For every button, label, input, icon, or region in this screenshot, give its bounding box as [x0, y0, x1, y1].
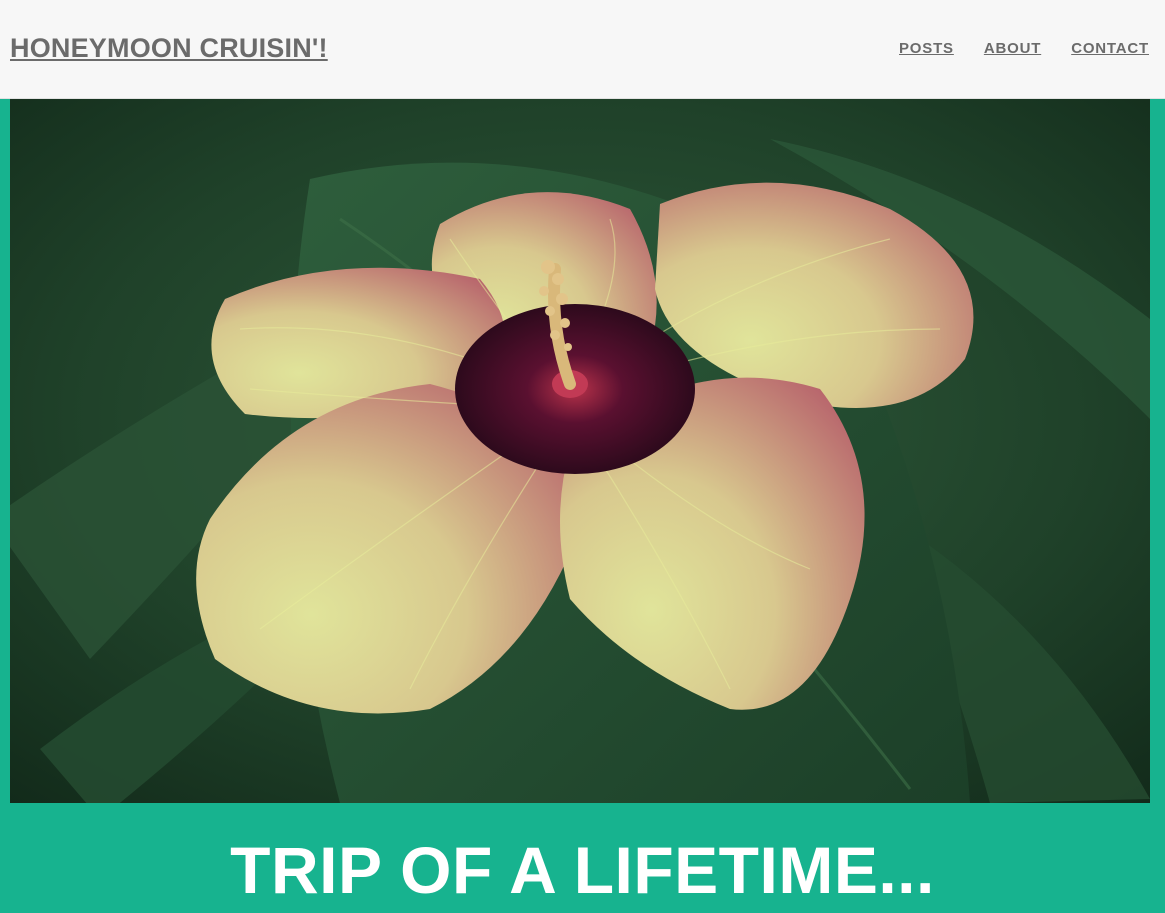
nav-contact-link[interactable]: CONTACT [1071, 40, 1149, 57]
hero-image [10, 99, 1150, 803]
nav-about-link[interactable]: ABOUT [984, 40, 1041, 57]
hero-tagline: TRIP OF A LIFETIME... [230, 833, 935, 907]
main-nav: POSTS ABOUT CONTACT [899, 40, 1149, 57]
nav-posts-link[interactable]: POSTS [899, 40, 954, 57]
site-header: HONEYMOON CRUISIN'! POSTS ABOUT CONTACT [0, 0, 1165, 99]
hibiscus-photo [10, 99, 1150, 803]
site-title-link[interactable]: HONEYMOON CRUISIN'! [10, 33, 328, 64]
